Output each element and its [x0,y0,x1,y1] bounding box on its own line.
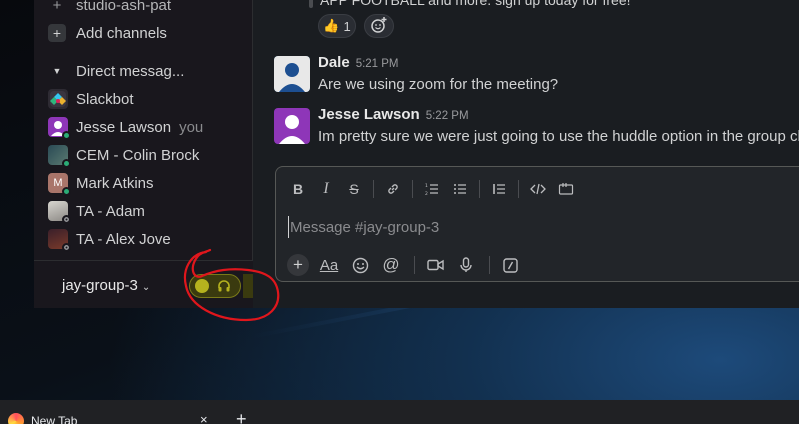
quote-bar [309,0,313,8]
huddle-toggle-knob [195,279,209,293]
composer-actions: + Aa @ [284,251,527,279]
reaction-count: 1 [343,18,351,34]
add-channels-label: Add channels [76,24,167,42]
away-status-icon [62,243,71,252]
microphone-icon[interactable] [452,251,480,279]
huddle-toggle[interactable] [189,274,241,298]
close-tab-icon[interactable]: × [200,412,208,424]
channel-label: studio-ash-pat [76,0,172,14]
dm-label: Mark Atkins [76,174,154,192]
toolbar-divider [412,180,413,198]
hash-icon: + [52,0,62,14]
slackbot-avatar [48,89,68,109]
online-status-icon [62,131,71,140]
blockquote-icon[interactable] [485,175,513,203]
text-format-icon[interactable]: Aa [315,251,343,279]
mention-icon[interactable]: @ [377,251,405,279]
bulleted-list-icon[interactable] [446,175,474,203]
avatar [48,229,71,252]
toolbar-divider [479,180,480,198]
link-icon[interactable] [379,175,407,203]
attach-button[interactable]: + [284,251,312,279]
plus-icon: + [287,254,309,276]
chevron-down-icon: ⌄ [141,282,151,293]
headphones-icon [217,279,231,293]
reaction-thumbs-up[interactable]: 👍 1 [318,14,356,38]
avatar [48,145,71,168]
workspace-switcher[interactable]: jay-group-3 ⌄ [62,277,150,294]
dm-label: Slackbot [76,90,134,108]
code-block-icon[interactable] [552,175,580,203]
sidebar-item-channel[interactable]: + studio-ash-pat [48,0,171,17]
strikethrough-icon[interactable]: S [340,175,368,203]
tab-title[interactable]: New Tab [31,414,77,424]
dm-section-header[interactable]: ▼ Direct messag... [48,59,185,83]
formatting-toolbar: B I S 12 [284,175,580,203]
message-timestamp[interactable]: 5:21 PM [356,58,399,70]
add-channels-button[interactable]: + Add channels [48,21,167,45]
avatar[interactable] [274,56,310,92]
dm-label: TA - Adam [76,202,145,220]
toolbar-divider [489,256,490,274]
previous-message-text: APP FOOTBALL and more. sign up today for… [320,0,631,8]
dm-header-label: Direct messag... [76,62,185,80]
browser-tab-strip: New Tab × + [0,400,799,424]
huddle-bar-edge [243,274,253,298]
plus-icon: + [48,24,66,42]
caret-down-icon: ▼ [52,66,62,76]
dm-label: TA - Alex Jove [76,230,171,248]
sidebar-item-slackbot[interactable]: Slackbot [48,87,134,111]
message-composer: B I S 12 Message #jay-group-3 + Aa @ [275,166,799,282]
you-tag: you [179,118,204,136]
bold-icon[interactable]: B [284,175,312,203]
message-text: Are we using zoom for the meeting? [318,76,559,93]
add-emoji-icon [370,16,388,37]
avatar [48,201,71,224]
message-pane: APP FOOTBALL and more. sign up today for… [254,0,799,308]
message-text: Im pretty sure we were just going to use… [318,128,799,145]
toolbar-divider [518,180,519,198]
message-author[interactable]: Jesse Lawson [318,106,420,123]
message-timestamp[interactable]: 5:22 PM [426,110,469,122]
dm-label: CEM - Colin Brock [76,146,200,164]
avatar: M [48,173,71,196]
ordered-list-icon[interactable]: 12 [418,175,446,203]
message-input[interactable] [288,216,788,238]
slack-window: + studio-ash-pat + Add channels ▼ Direct… [34,0,799,308]
svg-text:1: 1 [425,183,428,189]
message-author[interactable]: Dale [318,54,350,71]
workspace-footer: jay-group-3 ⌄ [34,260,253,308]
toolbar-divider [414,256,415,274]
sidebar-item-mark-atkins[interactable]: M Mark Atkins [48,171,154,196]
sidebar-item-colin-brock[interactable]: CEM - Colin Brock [48,143,200,168]
svg-text:2: 2 [425,191,428,196]
toolbar-divider [373,180,374,198]
dm-label: Jesse Lawson [76,118,172,136]
slash-command-icon[interactable] [496,251,524,279]
code-icon[interactable] [524,175,552,203]
italic-icon[interactable]: I [312,175,340,203]
new-tab-button[interactable]: + [236,409,247,424]
sidebar-item-ta-alex-jove[interactable]: TA - Alex Jove [48,227,171,252]
workspace-name: jay-group-3 [62,277,138,294]
firefox-icon [8,413,24,424]
away-status-icon [62,215,71,224]
online-status-icon [62,187,71,196]
online-status-icon [62,159,71,168]
video-icon[interactable] [421,251,449,279]
sidebar-item-jesse-lawson[interactable]: Jesse Lawson you [48,115,204,140]
avatar [48,117,71,140]
sidebar: + studio-ash-pat + Add channels ▼ Direct… [34,0,253,308]
avatar[interactable] [274,108,310,144]
emoji-icon[interactable] [346,251,374,279]
thumbs-up-icon: 👍 [323,18,340,33]
sidebar-item-ta-adam[interactable]: TA - Adam [48,199,145,224]
add-reaction-button[interactable] [364,14,394,38]
